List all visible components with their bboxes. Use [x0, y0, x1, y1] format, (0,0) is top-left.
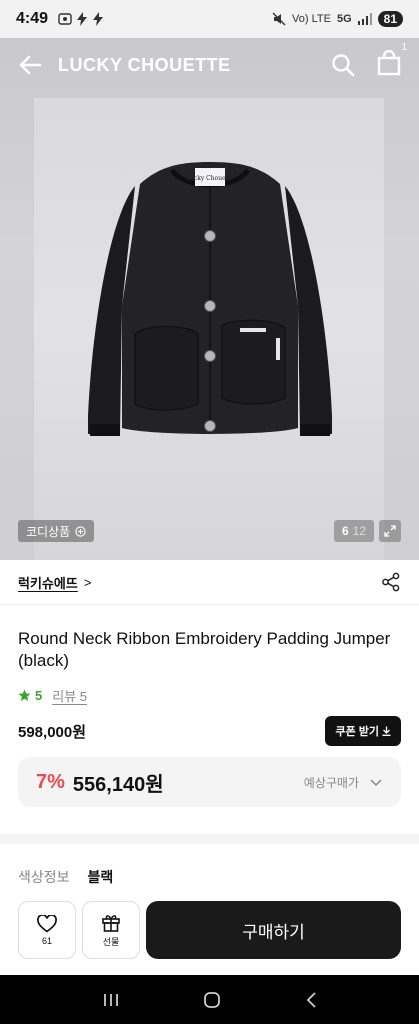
- discount-rate: 7%: [36, 770, 65, 793]
- section-divider: [0, 834, 419, 844]
- back-icon[interactable]: [304, 991, 318, 1009]
- status-time: 4:49: [16, 10, 49, 27]
- chevron-down-icon: [370, 779, 382, 787]
- image-total: 12: [352, 524, 366, 538]
- product-title: Round Neck Ribbon Embroidery Padding Jum…: [18, 629, 391, 670]
- buy-button[interactable]: 구매하기: [146, 901, 401, 959]
- search-icon[interactable]: [331, 53, 355, 77]
- coupon-label: 쿠폰 받기: [335, 726, 379, 738]
- coupon-download-button[interactable]: 쿠폰 받기: [325, 716, 401, 746]
- network-text: 5G: [336, 13, 352, 25]
- system-navigation-bar: [0, 975, 419, 1024]
- expected-price-box[interactable]: 7% 556,140원 예상구매가: [18, 757, 401, 807]
- status-notification-icons: [58, 12, 104, 26]
- coordi-label: 코디상품: [26, 524, 71, 539]
- original-price: 598,000원: [18, 723, 87, 741]
- mute-icon: [272, 12, 286, 26]
- brand-title[interactable]: LUCKY CHOUETTE: [58, 55, 231, 76]
- product-image-carousel[interactable]: Lucky Chouette LUCKY CHOUETTE 1 코디상품 6 1: [0, 38, 419, 560]
- expand-image-button[interactable]: [379, 520, 401, 542]
- back-arrow-icon[interactable]: [18, 52, 44, 78]
- recent-apps-icon[interactable]: [102, 992, 120, 1008]
- purchase-action-bar: 61 선물 구매하기: [18, 901, 401, 959]
- flash-icon: [93, 12, 104, 26]
- like-button[interactable]: 61: [18, 901, 76, 959]
- cart-count-badge: 1: [401, 41, 407, 53]
- gift-label: 선물: [102, 937, 120, 947]
- sale-price: 556,140원: [72, 773, 164, 796]
- price-row: 598,000원 쿠폰 받기: [18, 716, 401, 746]
- plus-circle-icon: [75, 525, 86, 537]
- volte-text: Vo) LTE: [292, 13, 331, 25]
- expected-price-label: 예상구매가: [303, 775, 359, 790]
- share-icon[interactable]: [381, 572, 401, 592]
- image-counter: 6 12: [333, 520, 374, 542]
- status-right-group: Vo) LTE 5G 81: [272, 11, 403, 27]
- status-bar: 4:49 Vo) LTE 5G 81: [0, 0, 419, 38]
- like-count: 61: [41, 935, 52, 946]
- shopping-bag-icon: [377, 49, 401, 75]
- rating-value: 5: [35, 688, 43, 703]
- color-info-row: 색상정보 블랙: [18, 867, 113, 887]
- rating-row: 5 리뷰 5: [18, 686, 87, 705]
- heart-icon: [37, 914, 57, 933]
- product-jacket-image: Lucky Chouette: [88, 162, 332, 436]
- image-index: 6: [341, 524, 349, 538]
- signal-icon: [357, 13, 372, 25]
- screenshot-icon: [58, 13, 72, 25]
- battery-indicator: 81: [377, 11, 403, 27]
- coordi-products-chip[interactable]: 코디상품: [18, 520, 95, 542]
- expand-icon: [384, 525, 396, 537]
- color-info-value: 블랙: [87, 869, 114, 885]
- jacket-tag-text: Lucky Chouette: [186, 175, 234, 182]
- star-icon: [18, 689, 31, 701]
- cart-button[interactable]: 1: [377, 42, 407, 81]
- gift-icon: [102, 915, 120, 932]
- home-icon[interactable]: [203, 991, 221, 1009]
- review-count-link[interactable]: 리뷰 5: [52, 686, 87, 705]
- download-icon: [382, 726, 391, 736]
- top-navigation: LUCKY CHOUETTE 1: [0, 38, 419, 92]
- flash-icon: [77, 12, 88, 26]
- chevron-right-icon: >: [83, 574, 92, 590]
- brand-store-link[interactable]: 럭키슈에뜨: [18, 573, 78, 592]
- color-info-label: 색상정보: [18, 869, 70, 885]
- top-nav-actions: 1: [331, 42, 407, 81]
- gift-button[interactable]: 선물: [82, 901, 140, 959]
- brand-row: 럭키슈에뜨 >: [0, 560, 419, 605]
